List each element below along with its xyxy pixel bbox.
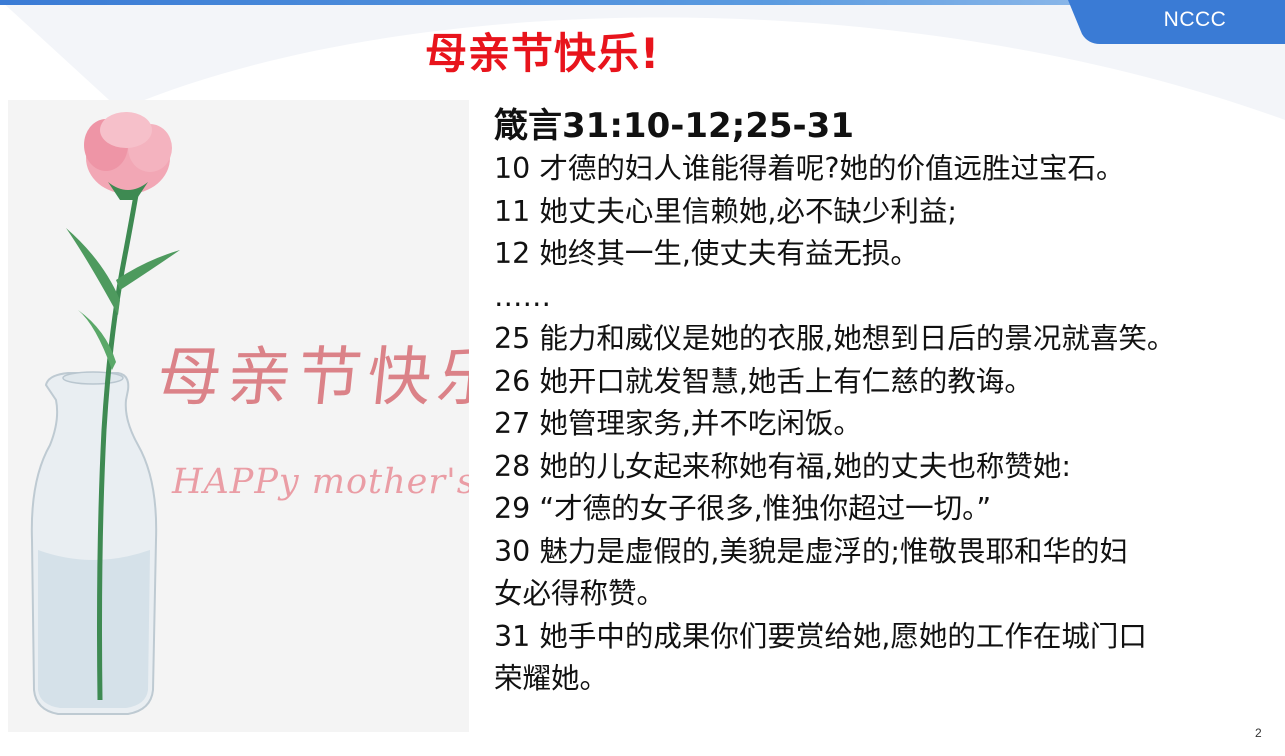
verse-line: 28 她的儿女起来称她有福,她的丈夫也称赞她:: [494, 449, 1071, 483]
verse-line: 29 “才德的女子很多,惟独你超过一切。”: [494, 492, 992, 525]
verse-line: 11 她丈夫心里信赖她,必不缺少利益;: [494, 194, 957, 228]
verse-line: 25 能力和威仪是她的衣服,她想到日后的景况就喜笑。: [494, 322, 1176, 355]
page-number: 2: [1255, 726, 1262, 740]
verse-ellipsis: ……: [494, 279, 551, 313]
verse-line: 12 她终其一生,使丈夫有益无损。: [494, 237, 919, 270]
scripture-block: 箴言31:10-12;25-31 10 才德的妇人谁能得着呢?她的价值远胜过宝石…: [494, 104, 1274, 701]
verse-line: 26 她开口就发智慧,她舌上有仁慈的教诲。: [494, 364, 1033, 398]
scripture-reference: 箴言31:10-12;25-31: [494, 106, 854, 146]
verse-line: 女必得称赞。: [494, 577, 666, 610]
verse-line: 31 她手中的成果你们要赏给她,愿她的工作在城门口: [494, 619, 1147, 653]
verse-line: 荣耀她。: [494, 662, 609, 695]
verse-line: 27 她管理家务,并不吃闲饭。: [494, 407, 862, 440]
image-title-chinese: 母亲节快乐: [153, 341, 469, 415]
brand-label: NCCC: [1163, 8, 1227, 31]
image-title-english: HAPPy mother's day: [172, 462, 469, 502]
slide-title: 母亲节快乐!: [425, 29, 661, 78]
verse-line: 30 魅力是虚假的,美貌是虚浮的;惟敬畏耶和华的妇: [494, 534, 1128, 568]
verse-line: 10 才德的妇人谁能得着呢?她的价值远胜过宝石。: [494, 152, 1125, 185]
mothers-day-image: 母亲节快乐 HAPPy mother's day: [8, 100, 469, 732]
